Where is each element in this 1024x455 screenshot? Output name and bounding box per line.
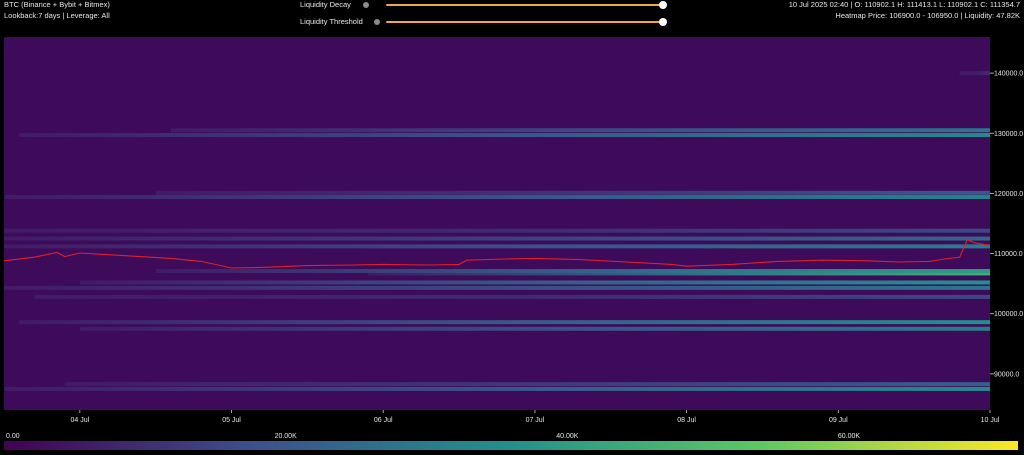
liquidity-band [79,280,991,285]
y-tick-label: 110000.0 [994,251,1023,258]
liquidity-band [4,195,990,200]
liquidity-band [79,326,991,331]
colorbar-tick-label: 20.00K [275,433,298,440]
liquidity-band [19,133,990,138]
x-tick-label: 07 Jul [526,417,545,424]
liquidity-band [155,190,990,195]
colorbar-ticks: 0.00 20.00K 40.00K 60.00K [6,433,860,440]
liquidity-band [64,382,990,387]
x-tick-label: 04 Jul [71,417,90,424]
liquidity-band [170,128,990,133]
colorbar-tick-label: 40.00K [556,433,579,440]
liquidity-band [4,236,990,241]
y-tick-label: 140000.0 [994,71,1023,78]
y-tick-label: 90000.0 [994,371,1019,378]
colorbar-tick-label: 0.00 [6,433,20,440]
price-axis: 90000.0 100000.0 110000.0 120000.0 130000.0 1… [990,71,1023,378]
y-tick-label: 130000.0 [994,131,1023,138]
liquidity-band [4,244,990,249]
date-axis: 04 Jul 05 Jul 06 Jul 07 Jul 08 Jul 09 Jul 10 J… [71,410,1000,424]
liquidity-heatmap-chart[interactable]: 90000.0 100000.0 110000.0 120000.0 130000.0 1… [0,0,1024,455]
liquidity-band [959,71,990,76]
liquidity-band [34,294,991,299]
y-tick-label: 120000.0 [994,191,1023,198]
x-tick-label: 06 Jul [374,417,393,424]
x-tick-label: 08 Jul [677,417,696,424]
y-tick-label: 100000.0 [994,311,1023,318]
liquidity-band [4,386,990,391]
liquidity-band [155,269,990,274]
liquidity-band [4,285,990,290]
colorbar-tick-label: 60.00K [838,433,861,440]
x-tick-label: 05 Jul [222,417,241,424]
liquidity-band [4,228,990,233]
x-tick-label: 10 Jul [981,417,1000,424]
heatmap-background [4,37,990,410]
liquidity-colorbar [4,441,1018,450]
x-tick-label: 09 Jul [829,417,848,424]
liquidity-band [19,320,990,325]
